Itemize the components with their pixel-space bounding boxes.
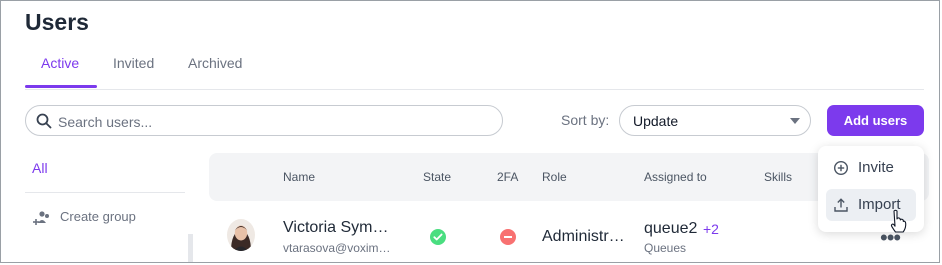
column-header-state[interactable]: State: [423, 170, 451, 184]
active-tab-indicator: [25, 85, 97, 88]
plus-circle-icon: [833, 160, 849, 176]
user-role: Administr…: [542, 228, 625, 245]
add-users-button[interactable]: Add users: [827, 105, 924, 136]
state-active-icon: [430, 229, 446, 245]
column-header-name[interactable]: Name: [283, 170, 315, 184]
sidebar-divider: [25, 192, 185, 193]
column-header-skills[interactable]: Skills: [764, 170, 792, 184]
column-header-2fa[interactable]: 2FA: [497, 170, 518, 184]
tab-archived[interactable]: Archived: [188, 55, 242, 71]
users-page: Users Active Invited Archived Sort by: U…: [0, 0, 940, 263]
create-group-label: Create group: [60, 209, 136, 224]
search-box[interactable]: [25, 105, 503, 137]
menu-item-label: Invite: [858, 159, 894, 176]
page-title: Users: [25, 9, 89, 35]
tab-bar: Active Invited Archived: [25, 51, 924, 90]
sidebar-item-all[interactable]: All: [32, 160, 48, 176]
assigned-more-count[interactable]: +2: [703, 221, 719, 237]
assigned-type: Queues: [644, 241, 687, 255]
user-email: vtarasova@voxim…: [283, 241, 391, 255]
sort-value: Update: [633, 113, 679, 129]
sort-select[interactable]: Update: [619, 105, 811, 136]
assigned-queue: queue2: [644, 220, 698, 237]
menu-item-invite[interactable]: Invite: [826, 152, 916, 184]
column-header-role[interactable]: Role: [542, 170, 567, 184]
add-group-icon: [33, 211, 49, 225]
column-header-assigned[interactable]: Assigned to: [644, 170, 707, 184]
upload-icon: [834, 198, 848, 212]
sidebar-scrollbar[interactable]: [188, 234, 193, 262]
tab-active[interactable]: Active: [41, 55, 79, 71]
user-name[interactable]: Victoria Sym…: [283, 219, 389, 237]
avatar: [227, 219, 255, 251]
hand-cursor-icon: [890, 209, 907, 233]
chevron-down-icon: [790, 118, 800, 124]
search-input[interactable]: [56, 106, 490, 137]
search-icon: [36, 113, 52, 129]
add-users-menu: Invite Import: [818, 146, 924, 232]
sort-label: Sort by:: [561, 112, 610, 128]
twofa-disabled-icon: [500, 229, 516, 245]
tab-invited[interactable]: Invited: [113, 55, 154, 71]
